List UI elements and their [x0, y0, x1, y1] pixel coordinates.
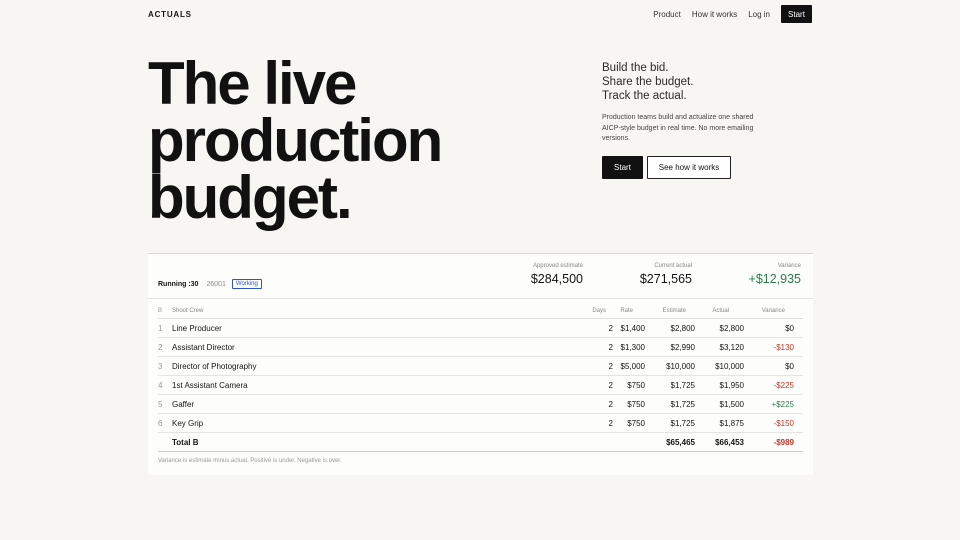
job-id: 26001 — [206, 280, 226, 288]
variance-value: +$12,935 — [748, 272, 801, 286]
budget-card-header: Running :30 26001 Working Approved estim… — [148, 254, 813, 299]
row-actual: $1,500 — [719, 399, 744, 409]
header-variance: Variance — [761, 307, 785, 314]
total-row: Total B $65,465 $66,453 -$989 — [158, 433, 803, 452]
row-actual: $2,800 — [719, 323, 744, 333]
total-variance: -$989 — [773, 437, 794, 447]
table-row[interactable]: 4 1st Assistant Camera 2 $750 $1,725 $1,… — [158, 376, 803, 395]
row-estimate: $1,725 — [670, 418, 695, 428]
row-estimate: $10,000 — [666, 361, 695, 371]
top-nav: ACTUALS Product How it works Log in Star… — [148, 5, 812, 23]
row-number: 2 — [158, 342, 163, 352]
row-estimate: $1,725 — [670, 380, 695, 390]
hero-aside: Build the bid. Share the budget. Track t… — [602, 61, 802, 145]
row-actual: $3,120 — [719, 342, 744, 352]
row-variance: -$130 — [773, 342, 794, 352]
total-actual: $66,453 — [715, 437, 744, 447]
current-actual-label: Current actual — [654, 263, 692, 269]
nav-link-log-in[interactable]: Log in — [748, 10, 770, 19]
cta-row: Start See how it works — [602, 156, 731, 179]
header-actual: Actual — [712, 307, 729, 314]
row-variance: -$225 — [773, 380, 794, 390]
approved-estimate-metric: Approved estimate $284,500 — [531, 263, 583, 286]
status-badge: Working — [231, 279, 262, 289]
row-number: 1 — [158, 323, 163, 333]
row-rate: $1,300 — [620, 342, 645, 352]
table-row[interactable]: 6 Key Grip 2 $750 $1,725 $1,875 -$150 — [158, 414, 803, 433]
row-rate: $750 — [627, 418, 645, 428]
job-info: Running :30 26001 Working — [158, 279, 262, 289]
approved-estimate-label: Approved estimate — [532, 263, 583, 269]
hero-description: Production teams build and actualize one… — [602, 114, 754, 142]
row-rate: $750 — [627, 399, 645, 409]
row-number: 6 — [158, 418, 163, 428]
row-variance: -$150 — [773, 418, 794, 428]
current-actual-value: $271,565 — [639, 272, 692, 286]
table-row[interactable]: 5 Gaffer 2 $750 $1,725 $1,500 +$225 — [158, 395, 803, 414]
see-how-it-works-button[interactable]: See how it works — [647, 156, 731, 179]
row-estimate: $2,990 — [670, 342, 695, 352]
header-name: Shoot Crew — [172, 307, 204, 314]
row-name: Gaffer — [172, 399, 195, 409]
variance-label: Variance — [777, 263, 801, 269]
row-name: Key Grip — [172, 418, 204, 428]
budget-table: B Shoot Crew Days Rate Estimate Actual V… — [158, 303, 803, 452]
row-variance: $0 — [785, 323, 794, 333]
approved-estimate-value: $284,500 — [530, 272, 583, 286]
variance-footnote: Variance is estimate minus actual. Posit… — [158, 458, 342, 464]
nav-start-button[interactable]: Start — [781, 5, 812, 23]
row-number: 3 — [158, 361, 163, 371]
total-label: Total B — [172, 437, 199, 447]
nav-links: Product How it works Log in Start — [642, 5, 812, 23]
current-actual-metric: Current actual $271,565 — [640, 263, 692, 286]
row-actual: $1,875 — [719, 418, 744, 428]
header-rate: Rate — [620, 307, 633, 314]
table-header-row: B Shoot Crew Days Rate Estimate Actual V… — [158, 303, 803, 319]
variance-metric: Variance +$12,935 — [749, 263, 801, 286]
row-variance: $0 — [785, 361, 794, 371]
brand-logo[interactable]: ACTUALS — [148, 10, 192, 19]
row-rate: $750 — [627, 380, 645, 390]
row-name: 1st Assistant Camera — [172, 380, 248, 390]
row-actual: $10,000 — [715, 361, 744, 371]
header-section: B — [158, 307, 163, 314]
table-row[interactable]: 1 Line Producer 2 $1,400 $2,800 $2,800 $… — [158, 319, 803, 338]
start-button[interactable]: Start — [602, 156, 643, 179]
hero-title: The live production budget. — [148, 50, 443, 231]
row-name: Line Producer — [172, 323, 222, 333]
row-actual: $1,950 — [719, 380, 744, 390]
row-variance: +$225 — [771, 399, 794, 409]
row-rate: $1,400 — [620, 323, 645, 333]
nav-link-how-it-works[interactable]: How it works — [692, 10, 737, 19]
table-row[interactable]: 2 Assistant Director 2 $1,300 $2,990 $3,… — [158, 338, 803, 357]
row-number: 5 — [158, 399, 163, 409]
row-rate: $5,000 — [620, 361, 645, 371]
row-estimate: $2,800 — [670, 323, 695, 333]
table-row[interactable]: 3 Director of Photography 2 $5,000 $10,0… — [158, 357, 803, 376]
row-name: Director of Photography — [172, 361, 257, 371]
total-estimate: $65,465 — [666, 437, 695, 447]
row-number: 4 — [158, 380, 163, 390]
hero-tagline: Build the bid. Share the budget. Track t… — [602, 62, 694, 102]
row-estimate: $1,725 — [670, 399, 695, 409]
running-label: Running :30 — [158, 280, 199, 288]
budget-card: Running :30 26001 Working Approved estim… — [148, 253, 813, 475]
nav-link-product[interactable]: Product — [653, 10, 681, 19]
row-name: Assistant Director — [172, 342, 235, 352]
